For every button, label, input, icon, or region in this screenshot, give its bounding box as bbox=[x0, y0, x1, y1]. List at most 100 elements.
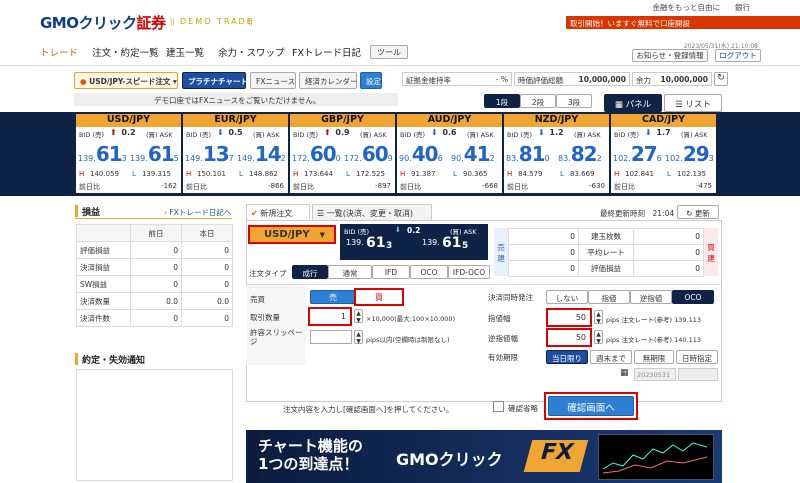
rate-bid-price[interactable]: 102.276 bbox=[613, 142, 662, 166]
rate-bid-price[interactable]: 172.600 bbox=[292, 142, 341, 166]
settings-button[interactable]: 設定 bbox=[360, 72, 382, 89]
order-type-oco[interactable]: OCO bbox=[410, 265, 448, 279]
order-mode-select[interactable]: ● USD/JPY-スピード注文 ▾ bbox=[74, 72, 178, 89]
settle-stop[interactable]: 逆指値 bbox=[630, 290, 672, 304]
calendar-button[interactable]: 経済カレンダー bbox=[299, 72, 358, 89]
platinum-chart-button[interactable]: プラチナチャート bbox=[182, 72, 248, 89]
order-type-normal[interactable]: 通常 bbox=[328, 265, 372, 279]
last-update-label: 最終更新時刻 bbox=[600, 209, 645, 218]
logo[interactable]: GMOクリック証券 bbox=[40, 12, 166, 33]
rate-bid-price[interactable]: 149.137 bbox=[185, 142, 234, 166]
rate-low: 139.315 bbox=[142, 170, 171, 178]
tier-3-button[interactable]: 3段 bbox=[556, 94, 592, 108]
rate-ask-price[interactable]: 139.615 bbox=[130, 142, 179, 166]
rate-ask-price[interactable]: 149.142 bbox=[237, 142, 286, 166]
stop-stepper[interactable]: ▲ ▼ bbox=[594, 330, 603, 345]
rate-ask-price[interactable]: 102.293 bbox=[665, 142, 714, 166]
rate-bid-label: BID (売) bbox=[507, 131, 533, 139]
qty-stepper[interactable]: ▲ ▼ bbox=[354, 309, 363, 324]
rate-card-gbp-jpy[interactable]: GBP/JPY BID (売) ⬆ 0.9 (買) ASK 172.600 172.609 H… bbox=[290, 114, 395, 193]
nav-orders[interactable]: 注文・約定一覧 bbox=[92, 45, 159, 59]
order-ask-pip[interactable]: 5 bbox=[462, 241, 468, 251]
rate-card-cad-jpy[interactable]: CAD/JPY BID (売) ⬇ 1.7 (買) ASK 102.276 102.293 H… bbox=[611, 114, 716, 193]
rate-bid-price[interactable]: 83.810 bbox=[506, 142, 550, 166]
limit-hint: pips 注文レート(参考) 139.113 bbox=[606, 316, 702, 324]
expiry-time-input[interactable] bbox=[678, 368, 718, 381]
skip-confirm-checkbox[interactable] bbox=[493, 401, 504, 412]
tab-new-order[interactable]: ✔ 新規注文 bbox=[246, 204, 310, 221]
expiry-unlimited[interactable]: 無期限 bbox=[634, 350, 674, 364]
rate-ask-price[interactable]: 172.609 bbox=[344, 142, 393, 166]
rate-ask-price[interactable]: 83.822 bbox=[558, 142, 602, 166]
notice-button[interactable]: お知らせ・登録情報 bbox=[632, 49, 708, 62]
refresh-icon[interactable]: ↻ bbox=[714, 72, 728, 86]
sell-button[interactable]: 売 bbox=[310, 290, 356, 304]
promo-chart-banner[interactable]: チャート機能の 1つの到達点！ GMOクリック FX bbox=[246, 430, 722, 483]
settle-label: 決済同時発注 bbox=[488, 293, 533, 302]
pl-table: 前日 本日 評価損益 0 0 決済損益 0 0 SW損益 0 0 決済数量 0.0 0.0 決済件… bbox=[76, 224, 233, 327]
rate-bid-price[interactable]: 90.406 bbox=[399, 142, 443, 166]
settle-none[interactable]: しない bbox=[546, 290, 588, 304]
order-ask-big[interactable]: 139. bbox=[422, 238, 440, 247]
pos-sell-value: 0 bbox=[508, 228, 579, 245]
calendar-icon[interactable]: ▦ bbox=[620, 368, 629, 378]
promo-banner[interactable]: 取引開始！いますぐ無料で口座開設 bbox=[566, 16, 800, 29]
slippage-input[interactable] bbox=[310, 330, 352, 344]
update-button[interactable]: ↻ 更新 bbox=[677, 205, 719, 219]
expiry-datetime[interactable]: 日時指定 bbox=[676, 350, 718, 364]
nav-margin[interactable]: 余力・スワップ bbox=[218, 45, 285, 59]
rate-card-usd-jpy[interactable]: USD/JPY BID (売) ⬆ 0.2 (買) ASK 139.613 139.615 H… bbox=[76, 114, 181, 193]
slippage-hint: pips以内(空欄時は制限なし) bbox=[366, 336, 450, 344]
settle-oco[interactable]: OCO bbox=[672, 290, 714, 304]
slippage-stepper[interactable]: ▲ ▼ bbox=[354, 330, 363, 345]
confirm-button[interactable]: 確認画面へ bbox=[548, 396, 634, 416]
tab-order-list[interactable]: ☰ 一覧(決済、変更・取消) bbox=[312, 204, 432, 221]
order-spread: 0.2 bbox=[407, 226, 421, 235]
rate-card-aud-jpy[interactable]: AUD/JPY BID (売) ⬇ 0.6 (買) ASK 90.406 90.412 H 91… bbox=[397, 114, 502, 193]
promo-text: 取引開始！いますぐ無料で口座開設 bbox=[570, 19, 690, 28]
order-bid-pip[interactable]: 3 bbox=[386, 241, 392, 251]
rate-bid-price[interactable]: 139.613 bbox=[78, 142, 127, 166]
order-type-ifd[interactable]: IFD bbox=[372, 265, 410, 279]
order-bid-big[interactable]: 139. bbox=[346, 238, 364, 247]
pair-select[interactable]: USD/JPY ▼ bbox=[248, 225, 336, 244]
tool-button[interactable]: ツール bbox=[370, 45, 408, 59]
tier-2-button[interactable]: 2段 bbox=[520, 94, 556, 108]
rate-card-nzd-jpy[interactable]: NZD/JPY BID (売) ⬇ 1.2 (買) ASK 83.810 83.822 H 84… bbox=[504, 114, 609, 193]
tier-1-button[interactable]: 1段 bbox=[484, 94, 520, 108]
limit-input[interactable]: 50 bbox=[546, 308, 592, 327]
fx-news-button[interactable]: FXニュース bbox=[250, 72, 296, 89]
diary-link[interactable]: › FXトレード日記へ bbox=[164, 207, 231, 218]
list-tab[interactable]: ☰ リスト bbox=[664, 94, 722, 112]
tab-new-order-label: 新規注文 bbox=[260, 209, 293, 218]
rate-card-eur-jpy[interactable]: EUR/JPY BID (売) ⬇ 0.5 (買) ASK 149.137 149.142 H… bbox=[183, 114, 288, 193]
stop-input[interactable]: 50 bbox=[546, 328, 592, 347]
order-ask-main[interactable]: 61 bbox=[442, 235, 461, 251]
nav-diary[interactable]: FXトレード日記 bbox=[292, 45, 361, 59]
limit-stepper[interactable]: ▲ ▼ bbox=[594, 310, 603, 325]
logout-button[interactable]: ログアウト bbox=[715, 49, 761, 62]
expiry-date-input[interactable]: 20230531 bbox=[634, 368, 676, 381]
nav-positions[interactable]: 建玉一覧 bbox=[166, 45, 204, 59]
rate-ask-pip: 5 bbox=[173, 154, 179, 163]
rate-low: 102.135 bbox=[677, 170, 706, 178]
pl-title: 損益 bbox=[82, 208, 101, 218]
expiry-week[interactable]: 週末まで bbox=[590, 350, 632, 364]
rate-ask-price[interactable]: 90.412 bbox=[451, 142, 495, 166]
top-link-2[interactable]: 銀行 bbox=[735, 3, 750, 12]
order-bid-main[interactable]: 61 bbox=[366, 235, 385, 251]
top-links: 金融をもっと自由に 銀行 bbox=[653, 2, 751, 13]
order-type-market[interactable]: 成行 bbox=[292, 265, 328, 279]
top-link-1[interactable]: 金融をもっと自由に bbox=[653, 3, 721, 12]
rate-panel-strip: USD/JPY BID (売) ⬆ 0.2 (買) ASK 139.613 139.615 H… bbox=[0, 112, 800, 196]
rate-change: -475 bbox=[696, 182, 712, 190]
position-table: 0 建玉枚数 0 0 平均レート 0 0 評価損益 0 bbox=[508, 228, 704, 277]
order-type-ifd-oco[interactable]: IFD-OCO bbox=[448, 265, 490, 279]
buy-button[interactable]: 買 bbox=[354, 288, 404, 306]
pos-sell-value: 0 bbox=[508, 260, 579, 277]
expiry-today[interactable]: 当日限り bbox=[546, 350, 588, 364]
qty-input[interactable]: 1 bbox=[308, 307, 352, 326]
settle-limit[interactable]: 指値 bbox=[588, 290, 630, 304]
nav-trade[interactable]: トレード bbox=[40, 45, 78, 59]
panel-tab[interactable]: ▦ パネル bbox=[604, 94, 662, 112]
